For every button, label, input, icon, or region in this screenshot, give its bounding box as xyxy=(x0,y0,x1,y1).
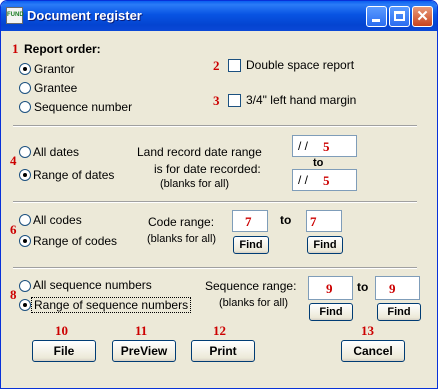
radio-all-codes[interactable] xyxy=(19,214,31,226)
code-to-field[interactable]: 7 xyxy=(306,210,342,232)
sequence-from-find-button[interactable]: Find xyxy=(309,303,353,321)
radio-all-sequence-numbers[interactable] xyxy=(19,280,31,292)
marker-8: 8 xyxy=(10,287,17,302)
separator xyxy=(13,267,417,269)
radio-range-of-sequence-numbers[interactable] xyxy=(19,299,31,311)
separator xyxy=(13,201,417,203)
marker-11: 11 xyxy=(135,323,148,338)
date-from-field[interactable]: / / 5 xyxy=(292,135,357,157)
preview-button[interactable]: PreView xyxy=(112,340,176,362)
code-range-blanks: (blanks for all) xyxy=(147,233,217,245)
marker-10: 10 xyxy=(55,323,68,338)
date-to-value: / / xyxy=(298,173,309,187)
title-bar[interactable]: FUND Document register ✕ xyxy=(1,1,437,31)
double-space-label[interactable]: Double space report xyxy=(246,58,354,72)
marker-9-from: 9 xyxy=(326,281,333,296)
radio-range-of-codes[interactable] xyxy=(19,235,31,247)
left-margin-checkbox[interactable] xyxy=(228,94,241,107)
minimize-button[interactable] xyxy=(366,6,387,27)
radio-all-codes-label[interactable]: All codes xyxy=(33,213,82,227)
radio-sequence-number[interactable] xyxy=(19,101,31,113)
radio-sequence-number-label[interactable]: Sequence number xyxy=(34,100,132,114)
maximize-icon xyxy=(394,11,405,21)
left-margin-label[interactable]: 3/4" left hand margin xyxy=(246,93,356,107)
sequence-to-label: to xyxy=(357,280,369,294)
radio-range-of-codes-label[interactable]: Range of codes xyxy=(33,234,117,248)
radio-grantee[interactable] xyxy=(19,82,31,94)
marker-3: 3 xyxy=(213,93,220,108)
date-range-text-2: is for date recorded: xyxy=(154,162,261,176)
marker-2: 2 xyxy=(213,58,220,73)
sequence-range-blanks: (blanks for all) xyxy=(219,297,289,309)
sequence-from-field[interactable]: 9 xyxy=(308,276,353,300)
file-button[interactable]: File xyxy=(32,340,96,362)
marker-1: 1 xyxy=(12,41,19,56)
cancel-button[interactable]: Cancel xyxy=(341,340,405,362)
radio-range-of-dates-label[interactable]: Range of dates xyxy=(33,168,114,182)
radio-range-of-sequence-numbers-label[interactable]: Range of sequence numbers xyxy=(31,297,192,313)
fund-app-icon: FUND xyxy=(6,7,24,24)
radio-all-dates-label[interactable]: All dates xyxy=(33,145,79,159)
close-icon: ✕ xyxy=(416,8,429,25)
marker-4: 4 xyxy=(10,153,17,168)
date-from-value: / / xyxy=(298,139,309,153)
code-from-find-button[interactable]: Find xyxy=(233,236,269,254)
date-to-field[interactable]: / / 5 xyxy=(292,169,357,191)
marker-7-from: 7 xyxy=(245,214,252,229)
sequence-range-label: Sequence range: xyxy=(205,279,297,293)
date-to-label: to xyxy=(313,157,324,169)
radio-range-of-dates[interactable] xyxy=(19,169,31,181)
radio-grantee-label[interactable]: Grantee xyxy=(34,81,77,95)
marker-9-to: 9 xyxy=(389,281,396,296)
document-register-window: FUND Document register ✕ 1 Report order:… xyxy=(0,0,438,389)
marker-5-to: 5 xyxy=(323,173,330,188)
minimize-icon xyxy=(372,19,380,22)
code-from-field[interactable]: 7 xyxy=(232,210,268,232)
code-to-find-button[interactable]: Find xyxy=(307,236,343,254)
marker-13: 13 xyxy=(361,323,374,338)
code-to-label: to xyxy=(280,213,292,227)
radio-all-dates[interactable] xyxy=(19,146,31,158)
marker-5-from: 5 xyxy=(323,139,330,154)
code-range-label: Code range: xyxy=(148,215,215,229)
sequence-to-field[interactable]: 9 xyxy=(375,276,420,300)
window-title: Document register xyxy=(27,8,142,23)
marker-7-to: 7 xyxy=(310,214,317,229)
sequence-to-find-button[interactable]: Find xyxy=(377,303,421,321)
radio-grantor-label[interactable]: Grantor xyxy=(34,62,75,76)
double-space-checkbox[interactable] xyxy=(228,59,241,72)
print-button[interactable]: Print xyxy=(191,340,255,362)
marker-12: 12 xyxy=(213,323,226,338)
radio-all-sequence-numbers-label[interactable]: All sequence numbers xyxy=(33,278,152,292)
report-order-label: Report order: xyxy=(24,42,101,56)
close-button[interactable]: ✕ xyxy=(412,6,433,27)
maximize-button[interactable] xyxy=(389,6,410,27)
date-range-blanks: (blanks for all) xyxy=(160,178,230,190)
radio-grantor[interactable] xyxy=(19,63,31,75)
marker-6: 6 xyxy=(10,222,17,237)
date-range-text-1: Land record date range xyxy=(137,145,262,159)
separator xyxy=(13,125,417,127)
